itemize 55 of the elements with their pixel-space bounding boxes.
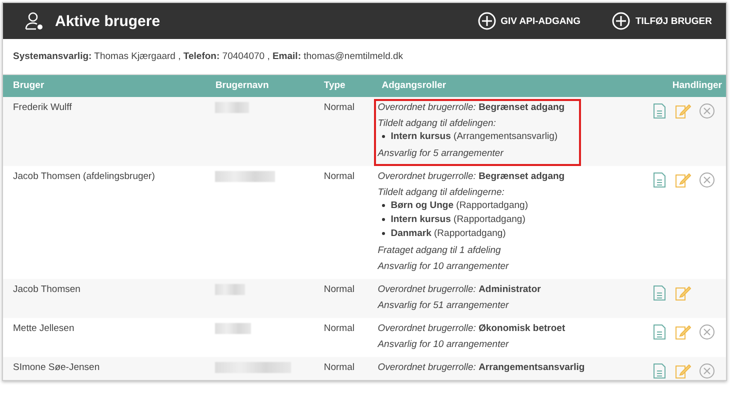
type-cell: Normal: [314, 97, 372, 166]
role-line: Overordnet brugerrolle: Administrator: [378, 284, 541, 296]
type-cell: Normal: [314, 357, 372, 380]
edit-icon[interactable]: [674, 284, 692, 302]
role-line: Overordnet brugerrolle: Begrænset adgang: [378, 102, 565, 114]
header-button[interactable]: GIV API-ADGANG: [478, 12, 580, 30]
role-note: Frataget adgang til 1 afdeling: [378, 245, 502, 257]
column-header: Brugernavn: [205, 75, 314, 97]
bullet-icon: [382, 204, 385, 207]
column-header: Handlinger: [639, 75, 726, 97]
user-settings-icon: [25, 11, 45, 31]
role-line: Overordnet brugerrolle: Arrangementsansvarlig: [378, 362, 585, 374]
bullet-icon: [382, 232, 385, 235]
bullet-icon: [382, 135, 385, 138]
department-item: Intern kursus (Arrangementsansvarlig): [390, 131, 558, 143]
role-note: Tildelt adgang til afdelingen:: [378, 118, 497, 130]
department-item: Danmark (Rapportadgang): [390, 228, 506, 240]
type-cell: Normal: [314, 318, 372, 357]
user-cell: Mette Jellesen: [3, 318, 206, 357]
column-header: Adgangsroller: [372, 75, 640, 97]
type-cell: Normal: [314, 279, 372, 318]
role-note: Ansvarlig for 51 arrangementer: [378, 300, 510, 312]
blurred-username: [215, 284, 246, 295]
delete-icon[interactable]: [698, 102, 716, 120]
delete-icon[interactable]: [698, 362, 716, 380]
header-button[interactable]: TILFØJ BRUGER: [612, 12, 712, 30]
contact-info: Systemansvarlig: Thomas Kjærgaard , Telefon: 70404070 , Email: thomas@nemtilmeld.dk: [13, 51, 404, 62]
role-note: Ansvarlig for 10 arrangementer: [378, 261, 510, 273]
type-cell: Normal: [314, 166, 372, 279]
role-note: Ansvarlig for 10 arrangementer: [378, 339, 510, 351]
role-note: Tildelt adgang til afdelingerne:: [378, 187, 506, 199]
column-header: Type: [314, 75, 372, 97]
blurred-username: [215, 102, 250, 113]
department-item: Børn og Unge (Rapportadgang): [390, 200, 528, 212]
blurred-username: [215, 323, 252, 334]
column-header: Bruger: [3, 75, 206, 97]
blurred-username: [215, 171, 276, 182]
plus-circle-icon: [478, 12, 496, 30]
edit-icon[interactable]: [674, 323, 692, 341]
edit-icon[interactable]: [674, 102, 692, 120]
bullet-icon: [382, 218, 385, 221]
role-note: Ansvarlig for 5 arrangementer: [378, 148, 505, 160]
role-line: Overordnet brugerrolle: Økonomisk betroet: [378, 323, 566, 335]
user-cell: Jacob Thomsen (afdelingsbruger): [3, 166, 206, 279]
department-item: Intern kursus (Rapportadgang): [390, 214, 526, 226]
user-cell: Jacob Thomsen: [3, 279, 206, 318]
edit-icon[interactable]: [674, 362, 692, 380]
delete-icon[interactable]: [698, 323, 716, 341]
user-cell: Frederik Wulff: [3, 97, 206, 166]
user-cell: SImone Søe-Jensen: [3, 357, 206, 380]
delete-icon[interactable]: [698, 171, 716, 189]
edit-icon[interactable]: [674, 171, 692, 189]
role-line: Overordnet brugerrolle: Begrænset adgang: [378, 171, 565, 183]
plus-circle-icon: [612, 12, 630, 30]
page-title: Aktive brugere: [55, 12, 162, 30]
